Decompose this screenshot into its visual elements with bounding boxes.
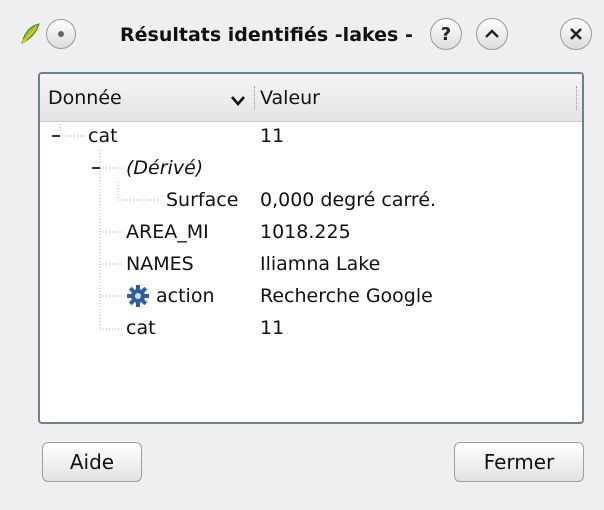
tree-row-field[interactable]: Surface (166, 187, 238, 213)
tree-row-field[interactable]: (Dérivé) (126, 155, 203, 181)
title-bar[interactable]: Résultats identifiés -lakes - ? (0, 0, 604, 62)
identify-results-dialog: Résultats identifiés -lakes - ? Donnée V… (0, 0, 604, 510)
shade-up-icon[interactable] (476, 18, 508, 50)
tree-row-action[interactable]: action (156, 283, 214, 309)
tree-row-field[interactable]: cat (126, 315, 156, 341)
tree-row-value: 0,000 degré carré. (260, 189, 437, 211)
tree-row-value: Iliamna Lake (260, 253, 381, 275)
qgis-icon (16, 20, 44, 48)
window-title: Résultats identifiés -lakes - (120, 24, 413, 46)
tree-row-value: 11 (260, 125, 285, 147)
tree-row-field[interactable]: AREA_MI (126, 219, 209, 245)
tree-row-value: 1018.225 (260, 221, 351, 243)
tree-row-field[interactable]: NAMES (126, 251, 194, 277)
window-menu-icon[interactable] (46, 19, 76, 49)
tree-row-field[interactable]: cat (88, 123, 118, 149)
gear-icon (126, 284, 150, 308)
tree-row-value: 11 (260, 317, 285, 339)
results-tree[interactable]: Donnée Valeur cat 11 (Dérivé) Surface 0,… (38, 72, 584, 424)
tree-connector-lines (52, 124, 158, 330)
close-icon[interactable] (560, 18, 592, 50)
tree-row-action-value[interactable]: Recherche Google (260, 283, 433, 309)
close-button[interactable]: Fermer (454, 442, 584, 482)
help-icon[interactable]: ? (430, 18, 462, 50)
help-button[interactable]: Aide (42, 442, 142, 482)
